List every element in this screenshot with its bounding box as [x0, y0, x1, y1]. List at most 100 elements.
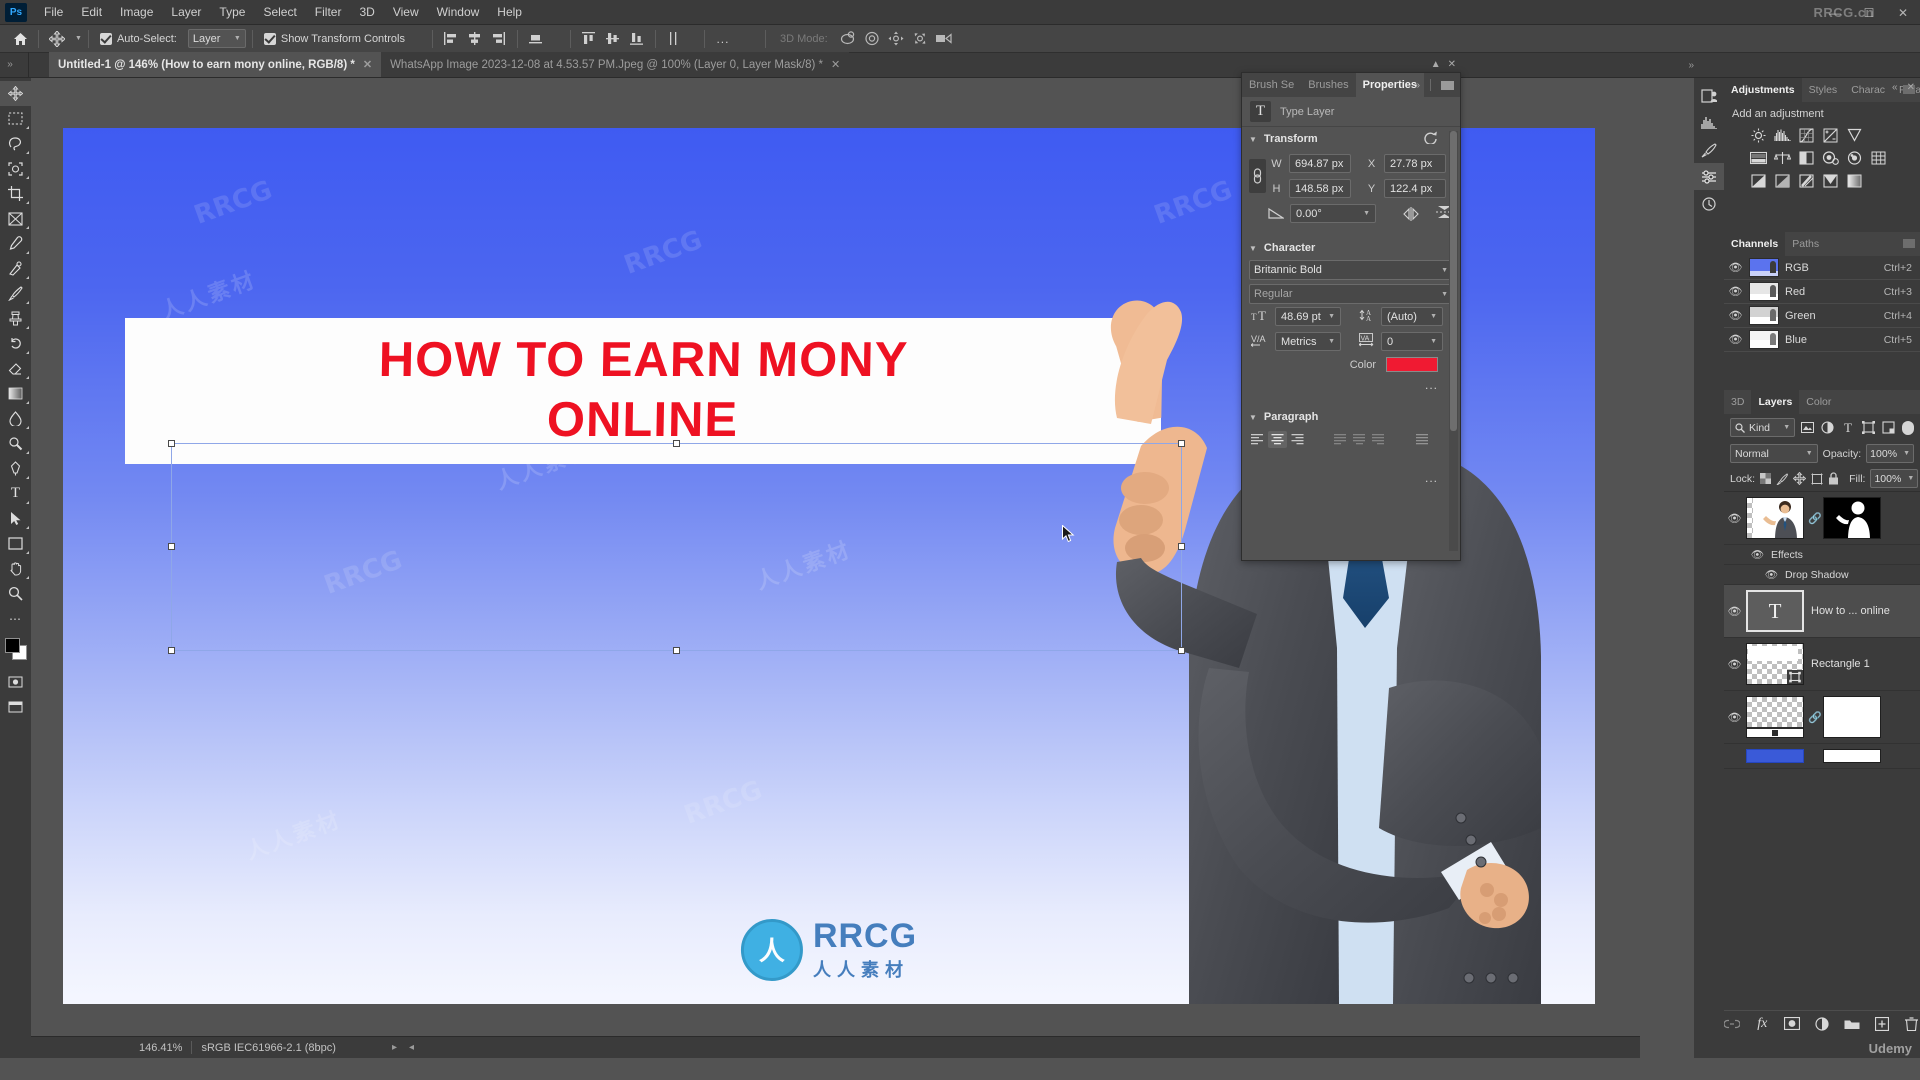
delete-layer-icon[interactable]	[1903, 1015, 1920, 1032]
menu-view[interactable]: View	[384, 1, 428, 23]
menu-type[interactable]: Type	[210, 1, 254, 23]
transform-handle-bottom-right[interactable]	[1178, 647, 1185, 654]
character-section-header[interactable]: ▼ Character	[1242, 236, 1460, 260]
eye-icon[interactable]: 👁	[1727, 658, 1742, 671]
tab-adjustments[interactable]: Adjustments	[1724, 78, 1802, 102]
tool-lasso[interactable]	[0, 131, 31, 156]
align-text-left-icon[interactable]	[1249, 432, 1266, 447]
collapse-panel-icon[interactable]: «	[1892, 82, 1898, 93]
tool-brush[interactable]	[0, 281, 31, 306]
tab-brush-settings[interactable]: Brush Se	[1242, 73, 1301, 97]
transform-selection-box[interactable]	[168, 440, 1185, 654]
x-position-input[interactable]: 27.78 px	[1384, 154, 1446, 173]
roll-3d-icon[interactable]	[860, 28, 884, 50]
justify-last-center-icon[interactable]	[1351, 432, 1368, 447]
tool-edit-toolbar[interactable]: ⋯	[0, 606, 31, 631]
lock-position-icon[interactable]	[1793, 472, 1807, 486]
align-bottom-edges-icon[interactable]	[524, 28, 548, 50]
histogram-icon[interactable]	[1694, 109, 1724, 136]
tool-hand[interactable]	[0, 556, 31, 581]
menu-select[interactable]: Select	[254, 1, 305, 23]
filter-smart-object-icon[interactable]	[1881, 418, 1897, 437]
auto-select-checkbox[interactable]: Auto-Select:	[95, 32, 182, 45]
new-group-icon[interactable]	[1843, 1015, 1860, 1032]
more-options-button[interactable]: ...	[711, 28, 735, 50]
new-layer-icon[interactable]	[1873, 1015, 1890, 1032]
align-text-right-icon[interactable]	[1289, 432, 1306, 447]
tool-crop[interactable]	[0, 181, 31, 206]
link-aspect-ratio-icon[interactable]	[1249, 159, 1266, 193]
layer-mask-thumbnail[interactable]	[1823, 497, 1881, 539]
distribute-vertical-centers-icon[interactable]	[601, 28, 625, 50]
paragraph-more-options-button[interactable]: ...	[1425, 471, 1438, 485]
filter-pixel-icon[interactable]	[1799, 418, 1815, 437]
tool-gradient[interactable]	[0, 381, 31, 406]
tool-spot-healing-brush[interactable]	[0, 256, 31, 281]
threshold-icon[interactable]	[1796, 172, 1816, 190]
transform-handle-middle-left[interactable]	[168, 543, 175, 550]
layer-effects-row[interactable]: 👁 Effects	[1724, 545, 1920, 565]
hue-saturation-icon[interactable]	[1748, 149, 1768, 167]
color-balance-icon[interactable]	[1772, 149, 1792, 167]
layer-name[interactable]: Rectangle 1	[1808, 658, 1917, 670]
character-more-options-button[interactable]: ...	[1425, 378, 1438, 392]
tool-eyedropper[interactable]	[0, 231, 31, 256]
layer-thumbnail[interactable]: T	[1746, 590, 1804, 632]
table-row[interactable]: 👁 🔗	[1724, 492, 1920, 545]
layer-mask-link-icon[interactable]: 🔗	[1808, 512, 1822, 525]
flip-horizontal-icon[interactable]	[1402, 206, 1420, 221]
zoom-level[interactable]: 146.41%	[139, 1042, 182, 1054]
foreground-color-swatch[interactable]	[5, 638, 20, 653]
black-white-icon[interactable]	[1796, 149, 1816, 167]
paragraph-section-header[interactable]: ▼ Paragraph	[1242, 405, 1460, 429]
width-input[interactable]: 694.87 px	[1289, 154, 1351, 173]
color-swatches[interactable]	[0, 635, 31, 669]
selective-color-icon[interactable]	[1820, 172, 1840, 190]
tool-pen[interactable]	[0, 456, 31, 481]
properties-scrollbar[interactable]	[1449, 131, 1458, 551]
collapse-icon[interactable]: ▲	[1431, 59, 1441, 70]
filter-shape-icon[interactable]	[1860, 418, 1876, 437]
channel-row-blue[interactable]: 👁 Blue Ctrl+5	[1724, 328, 1920, 352]
align-horizontal-centers-icon[interactable]	[463, 28, 487, 50]
dock-collapse-icon[interactable]: »	[1688, 60, 1694, 71]
lock-artboard-nesting-icon[interactable]	[1811, 472, 1823, 486]
justify-last-left-icon[interactable]	[1332, 432, 1349, 447]
tool-eraser[interactable]	[0, 356, 31, 381]
channel-row-red[interactable]: 👁 Red Ctrl+3	[1724, 280, 1920, 304]
transform-section-header[interactable]: ▼ Transform	[1242, 127, 1460, 151]
eye-icon[interactable]: 👁	[1728, 333, 1743, 346]
menu-file[interactable]: File	[35, 1, 72, 23]
opacity-input[interactable]: 100% ▼	[1866, 444, 1914, 463]
tab-character[interactable]: Charac	[1844, 78, 1892, 102]
transform-handle-top-left[interactable]	[168, 440, 175, 447]
eye-icon[interactable]: 👁	[1727, 605, 1742, 618]
tool-blur[interactable]	[0, 406, 31, 431]
slide-3d-icon[interactable]	[908, 28, 932, 50]
tool-rectangular-marquee[interactable]	[0, 106, 31, 131]
panel-menu-icon[interactable]	[1903, 239, 1915, 248]
adjustments-icon[interactable]	[1694, 163, 1724, 190]
align-right-edges-icon[interactable]	[487, 28, 511, 50]
menu-help[interactable]: Help	[488, 1, 531, 23]
menu-edit[interactable]: Edit	[72, 1, 111, 23]
quick-mask-icon[interactable]	[0, 669, 31, 694]
curves-icon[interactable]	[1796, 126, 1816, 144]
menu-3d[interactable]: 3D	[350, 1, 383, 23]
tab-brushes[interactable]: Brushes	[1301, 73, 1355, 97]
distribute-horizontal-centers-icon[interactable]	[662, 28, 686, 50]
minimize-icon[interactable]: —	[1818, 0, 1852, 25]
eye-icon[interactable]: 👁	[1727, 711, 1742, 724]
gradient-map-icon[interactable]	[1844, 172, 1864, 190]
eye-icon[interactable]: 👁	[1728, 285, 1743, 298]
justify-all-icon[interactable]	[1414, 432, 1431, 447]
menu-filter[interactable]: Filter	[306, 1, 351, 23]
transform-handle-top-right[interactable]	[1178, 440, 1185, 447]
y-position-input[interactable]: 122.4 px	[1384, 179, 1446, 198]
eye-icon[interactable]: 👁	[1750, 548, 1765, 561]
eye-icon[interactable]: 👁	[1764, 568, 1779, 581]
tool-object-selection[interactable]	[0, 156, 31, 181]
tool-dodge[interactable]	[0, 431, 31, 456]
tool-horizontal-type[interactable]: T	[0, 481, 31, 506]
layer-style-fx-icon[interactable]: fx	[1754, 1015, 1771, 1032]
